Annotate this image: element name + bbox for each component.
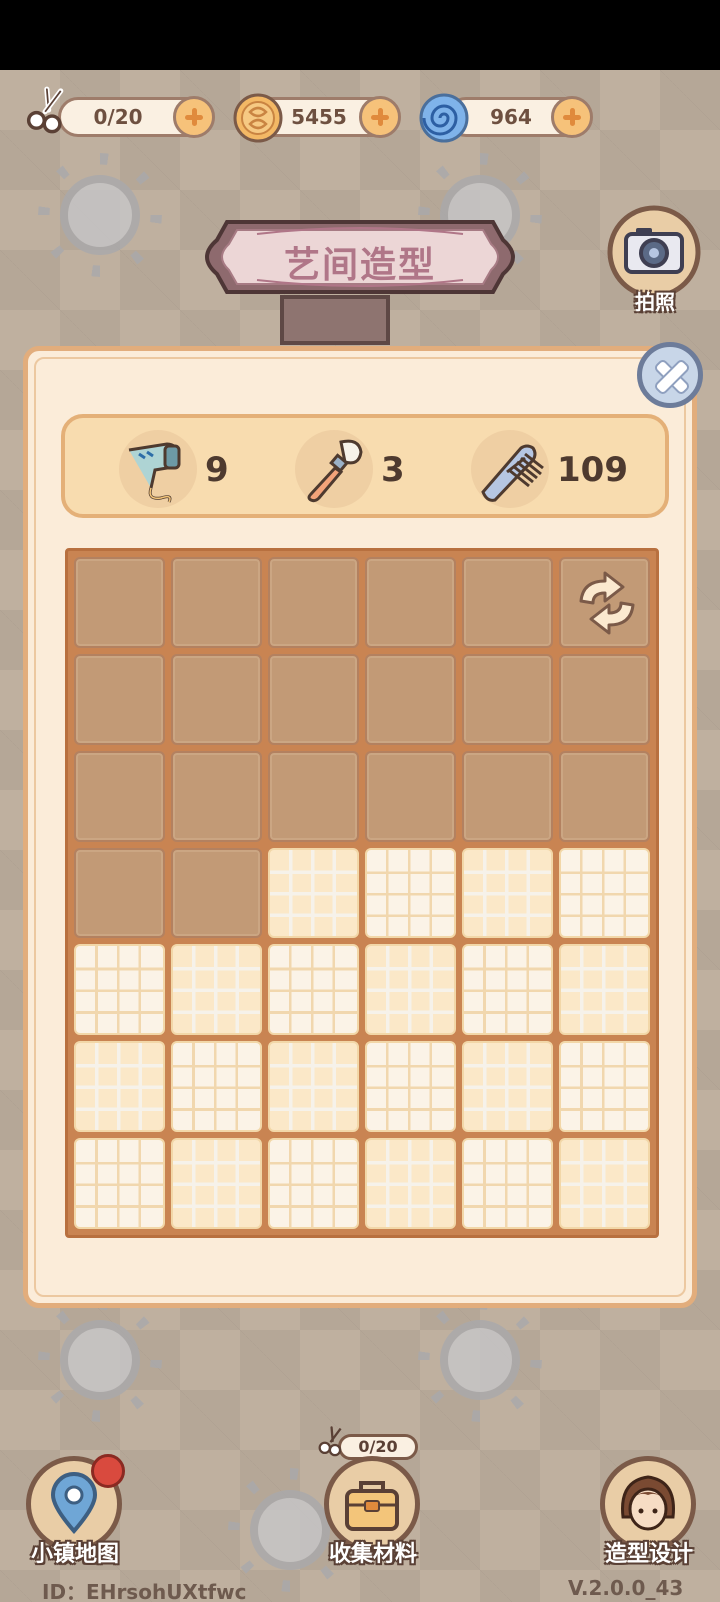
scissors-icon — [26, 86, 64, 134]
locked-tile[interactable] — [462, 557, 553, 648]
tile-grid — [65, 548, 659, 1238]
locked-tile[interactable] — [462, 653, 553, 745]
unlocked-tile[interactable] — [365, 1138, 456, 1229]
locked-tile[interactable] — [268, 557, 359, 648]
notification-badge — [91, 1454, 125, 1488]
unlocked-tile[interactable] — [268, 1138, 359, 1229]
locked-tile[interactable] — [365, 557, 456, 648]
locked-tile[interactable] — [74, 847, 165, 939]
refresh-icon[interactable] — [571, 571, 643, 635]
locked-tile[interactable] — [171, 653, 262, 745]
locked-tile[interactable] — [74, 750, 165, 842]
unlocked-tile[interactable] — [268, 944, 359, 1036]
unlocked-tile[interactable] — [268, 847, 359, 939]
locked-tile[interactable] — [365, 750, 456, 842]
unlocked-tile[interactable] — [365, 944, 456, 1036]
unlocked-tile[interactable] — [462, 1041, 553, 1133]
coin-counter-value: 5455 — [291, 105, 347, 129]
locked-tile[interactable] — [171, 750, 262, 842]
toolbox-icon — [345, 1481, 399, 1531]
scissors-icon — [318, 1426, 342, 1457]
unlocked-tile[interactable] — [559, 1041, 650, 1133]
unlocked-tile[interactable] — [462, 847, 553, 939]
unlocked-tile[interactable] — [268, 1041, 359, 1133]
stylist-avatar-icon — [621, 1475, 675, 1531]
collect-materials-label: 收集材料 — [328, 1542, 417, 1567]
sun-decoration — [440, 1320, 520, 1400]
scissors-counter-value: 0/20 — [93, 105, 143, 129]
locked-tile[interactable] — [171, 557, 262, 648]
unlocked-tile[interactable] — [171, 1138, 262, 1229]
comb-icon — [481, 444, 544, 502]
unlocked-tile[interactable] — [171, 1041, 262, 1133]
unlocked-tile[interactable] — [74, 1138, 165, 1229]
unlocked-tile[interactable] — [74, 944, 165, 1036]
camera-label: 拍照 — [635, 290, 675, 314]
locked-tile[interactable] — [268, 750, 359, 842]
unlocked-tile[interactable] — [559, 847, 650, 939]
unlocked-tile[interactable] — [462, 1138, 553, 1229]
comb-count: 109 — [557, 450, 628, 490]
locked-tile[interactable] — [171, 847, 262, 939]
locked-tile[interactable] — [74, 557, 165, 648]
hair-dryer-count: 9 — [205, 450, 229, 490]
makeup-brush-count: 3 — [381, 450, 405, 490]
add-scissors-button[interactable] — [173, 96, 215, 138]
title-banner: 艺间造型 — [197, 212, 523, 302]
room-wall-frame — [280, 295, 390, 345]
locked-tile[interactable] — [462, 750, 553, 842]
unlocked-tile[interactable] — [462, 944, 553, 1036]
unlocked-tile[interactable] — [365, 1041, 456, 1133]
gem-counter-value: 964 — [490, 105, 532, 129]
scissors-counter: 0/20 — [58, 96, 215, 138]
unlocked-tile[interactable] — [559, 944, 650, 1036]
swirl-gem-icon — [419, 93, 469, 143]
game-screen: 0/20 5455 964 艺间造型 拍照 9 3 109 小镇地图 0/20 … — [0, 0, 720, 1602]
locked-tile[interactable] — [559, 750, 650, 842]
town-map-label: 小镇地图 — [30, 1542, 119, 1567]
collect-counter-value: 0/20 — [358, 1437, 398, 1456]
add-coins-button[interactable] — [359, 96, 401, 138]
locked-tile[interactable] — [559, 557, 650, 648]
version-label: V.2.0.0_43 — [568, 1576, 684, 1600]
player-id: ID：EHrsohUXtfwc — [42, 1580, 247, 1602]
page-title: 艺间造型 — [283, 245, 436, 286]
coin-icon — [233, 93, 283, 143]
close-button[interactable] — [637, 342, 703, 408]
unlocked-tile[interactable] — [74, 1041, 165, 1133]
locked-tile[interactable] — [365, 653, 456, 745]
hair-dryer-icon — [128, 442, 181, 503]
style-design-label: 造型设计 — [604, 1542, 693, 1567]
makeup-brush-icon — [307, 439, 363, 503]
sun-decoration — [60, 175, 140, 255]
sun-decoration — [60, 1320, 140, 1400]
unlocked-tile[interactable] — [365, 847, 456, 939]
tools-bar: 9 3 109 — [61, 414, 669, 518]
locked-tile[interactable] — [559, 653, 650, 745]
locked-tile[interactable] — [74, 653, 165, 745]
add-gems-button[interactable] — [551, 96, 593, 138]
unlocked-tile[interactable] — [171, 944, 262, 1036]
locked-tile[interactable] — [268, 653, 359, 745]
unlocked-tile[interactable] — [559, 1138, 650, 1229]
